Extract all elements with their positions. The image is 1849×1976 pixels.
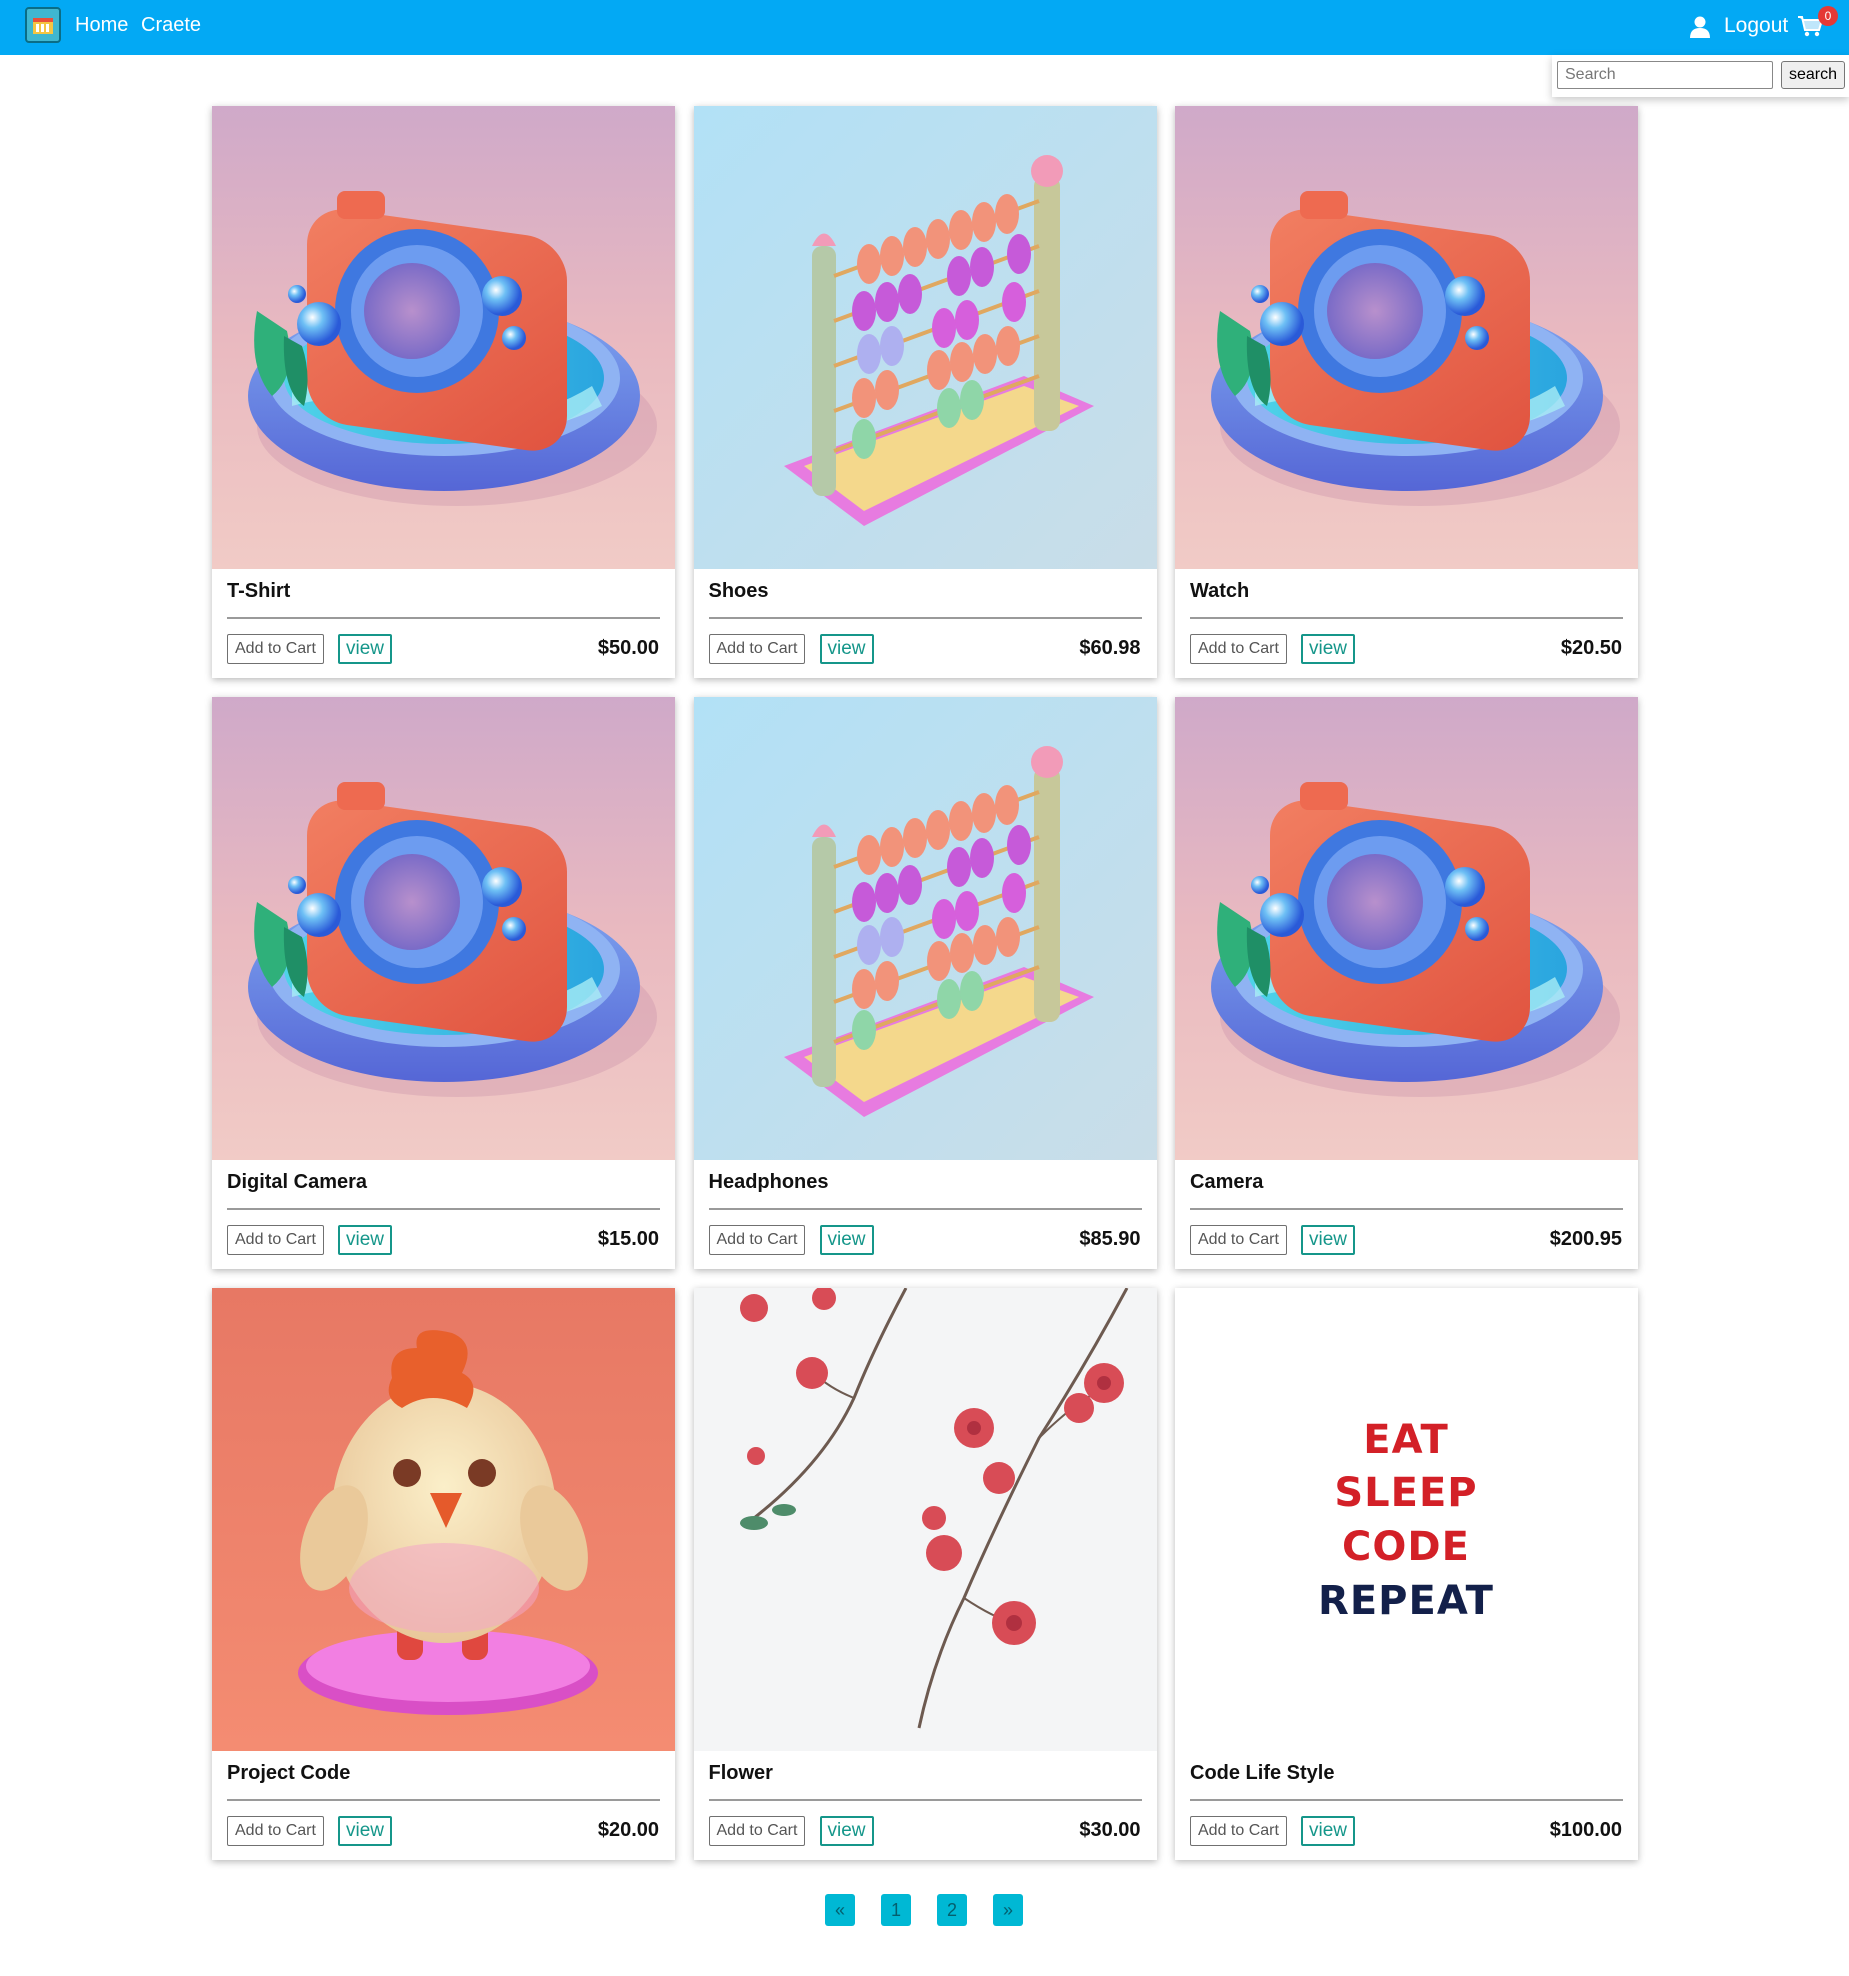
product-image[interactable]: [212, 697, 675, 1160]
product-price: $60.98: [1079, 637, 1141, 659]
product-title: Digital Camera: [227, 1171, 368, 1193]
add-to-cart-button[interactable]: Add to Cart: [708, 1816, 806, 1846]
image-text-line: CODE: [1342, 1524, 1470, 1570]
view-button[interactable]: view: [1301, 1816, 1356, 1846]
view-button[interactable]: view: [819, 1225, 874, 1255]
view-button[interactable]: view: [819, 634, 874, 664]
product-card: Digital Camera Add to Cart view $15.00: [212, 697, 675, 1269]
product-title: Code Life Style: [1190, 1762, 1335, 1784]
image-text-line: EAT: [1363, 1417, 1448, 1463]
product-title: Headphones: [708, 1171, 829, 1193]
card-divider: [1190, 1799, 1623, 1801]
card-divider: [1190, 617, 1623, 619]
add-to-cart-button[interactable]: Add to Cart: [227, 1816, 324, 1846]
product-price: $15.00: [597, 1228, 659, 1250]
product-price: $200.95: [1549, 1228, 1622, 1250]
card-divider: [227, 1208, 660, 1210]
next-page-button[interactable]: »: [993, 1894, 1023, 1926]
product-image[interactable]: [1175, 106, 1638, 569]
product-card: T-Shirt Add to Cart view $50.00: [212, 106, 675, 678]
pagination: « 1 2 »: [0, 1894, 1849, 1926]
product-card: Flower Add to Cart view $30.00: [693, 1288, 1157, 1860]
product-price: $20.00: [597, 1819, 659, 1841]
add-to-cart-button[interactable]: Add to Cart: [227, 1225, 324, 1255]
view-button[interactable]: view: [819, 1816, 874, 1846]
product-card: Camera Add to Cart view $200.95: [1175, 697, 1638, 1269]
add-to-cart-button[interactable]: Add to Cart: [227, 634, 324, 664]
card-divider: [1190, 1208, 1623, 1210]
logout-link[interactable]: Logout: [1724, 14, 1788, 38]
card-divider: [227, 1799, 660, 1801]
card-divider: [708, 1799, 1142, 1801]
add-to-cart-button[interactable]: Add to Cart: [1190, 634, 1287, 664]
view-button[interactable]: view: [338, 1225, 393, 1255]
search-panel: search: [1552, 55, 1849, 97]
search-button[interactable]: search: [1781, 61, 1845, 89]
product-card: Shoes Add to Cart view $60.98: [693, 106, 1157, 678]
add-to-cart-button[interactable]: Add to Cart: [1190, 1225, 1287, 1255]
product-grid: T-Shirt Add to Cart view $50.00 Shoes Ad…: [212, 106, 1638, 1860]
product-image[interactable]: [1175, 697, 1638, 1160]
user-icon[interactable]: [1690, 16, 1710, 38]
view-button[interactable]: view: [338, 1816, 393, 1846]
search-input[interactable]: [1557, 61, 1773, 89]
card-divider: [227, 617, 660, 619]
product-price: $30.00: [1079, 1819, 1141, 1841]
product-price: $100.00: [1549, 1819, 1622, 1841]
image-text-line: SLEEP: [1334, 1470, 1477, 1516]
product-title: Shoes: [708, 580, 769, 602]
product-title: Project Code: [227, 1762, 351, 1784]
product-image[interactable]: [694, 1288, 1157, 1751]
product-image[interactable]: [212, 1288, 675, 1751]
view-button[interactable]: view: [1301, 634, 1356, 664]
product-title: Flower: [708, 1762, 773, 1784]
product-price: $20.50: [1560, 637, 1622, 659]
view-button[interactable]: view: [1301, 1225, 1356, 1255]
add-to-cart-button[interactable]: Add to Cart: [708, 1225, 806, 1255]
product-title: T-Shirt: [227, 580, 291, 602]
product-price: $85.90: [1079, 1228, 1141, 1250]
product-image[interactable]: [694, 106, 1157, 569]
product-image[interactable]: [694, 697, 1157, 1160]
add-to-cart-button[interactable]: Add to Cart: [708, 634, 806, 664]
product-card: Watch Add to Cart view $20.50: [1175, 106, 1638, 678]
card-divider: [708, 617, 1142, 619]
nav-home-link[interactable]: Home: [75, 14, 128, 37]
product-card: Project Code Add to Cart view $20.00: [212, 1288, 675, 1860]
product-title: Watch: [1190, 580, 1250, 602]
product-price: $50.00: [597, 637, 659, 659]
page-2-button[interactable]: 2: [937, 1894, 967, 1926]
add-to-cart-button[interactable]: Add to Cart: [1190, 1816, 1287, 1846]
product-card: Headphones Add to Cart view $85.90: [693, 697, 1157, 1269]
top-navbar: Home Craete Logout 0: [0, 0, 1849, 55]
prev-page-button[interactable]: «: [825, 1894, 855, 1926]
product-image[interactable]: [212, 106, 675, 569]
card-divider: [708, 1208, 1142, 1210]
shop-logo-icon[interactable]: [25, 7, 61, 43]
page-1-button[interactable]: 1: [881, 1894, 911, 1926]
product-card: EAT SLEEP CODE REPEAT Code Life Style Ad…: [1175, 1288, 1638, 1860]
nav-create-link[interactable]: Craete: [141, 14, 201, 37]
view-button[interactable]: view: [338, 634, 393, 664]
image-text-line: REPEAT: [1318, 1578, 1494, 1624]
product-image[interactable]: EAT SLEEP CODE REPEAT: [1175, 1288, 1638, 1751]
product-title: Camera: [1190, 1171, 1264, 1193]
cart-count-badge: 0: [1818, 6, 1838, 26]
